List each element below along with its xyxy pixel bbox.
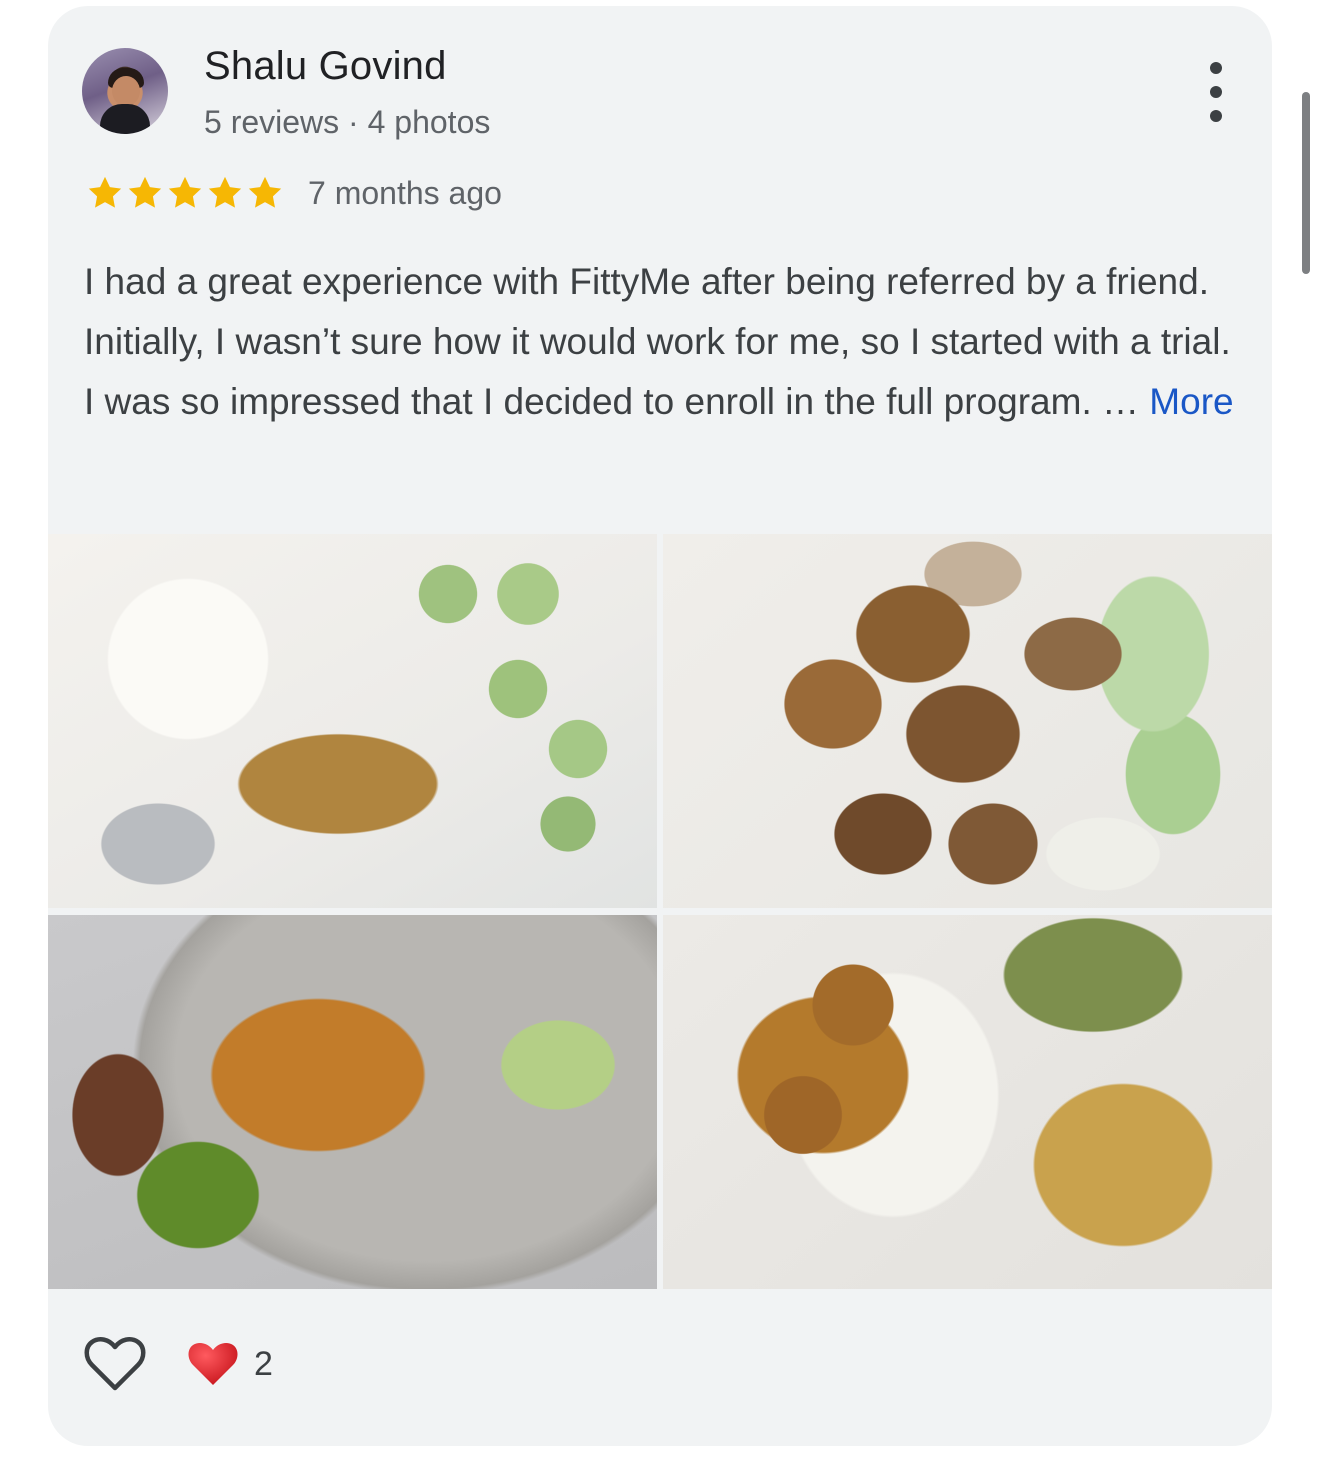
more-link[interactable]: More — [1149, 381, 1233, 422]
author-avatar[interactable] — [82, 48, 168, 134]
photo-yogurt-cucumber-chicken[interactable] — [48, 534, 657, 908]
star-icon — [86, 174, 124, 212]
review-card: Shalu Govind 5 reviews · 4 photos 7 mont… — [48, 6, 1272, 1446]
rating-row: 7 months ago — [86, 174, 502, 212]
reaction-summary[interactable]: 2 — [188, 1341, 273, 1387]
avatar-face — [112, 76, 140, 106]
photo-curry-rice-omelette[interactable] — [663, 915, 1272, 1289]
review-body: I had a great experience with FittyMe af… — [84, 261, 1231, 422]
author-meta: 5 reviews · 4 photos — [204, 104, 491, 140]
avatar-body — [100, 104, 150, 134]
menu-dot — [1210, 110, 1222, 122]
menu-dot — [1210, 86, 1222, 98]
review-text: I had a great experience with FittyMe af… — [84, 252, 1234, 432]
star-icon — [206, 174, 244, 212]
star-icon — [246, 174, 284, 212]
photo-paneer-cucumber[interactable] — [663, 534, 1272, 908]
menu-dot — [1210, 62, 1222, 74]
heart-outline-icon[interactable] — [84, 1336, 146, 1392]
star-rating — [86, 174, 284, 212]
star-icon — [166, 174, 204, 212]
photo-fish-peppers-guacamole[interactable] — [48, 915, 657, 1289]
reaction-count: 2 — [254, 1344, 273, 1383]
photo-grid — [48, 534, 1272, 1289]
star-icon — [126, 174, 164, 212]
author-name[interactable]: Shalu Govind — [204, 44, 447, 89]
review-time: 7 months ago — [308, 174, 502, 211]
scrollbar[interactable] — [1302, 92, 1310, 274]
more-options-icon[interactable] — [1204, 62, 1228, 122]
review-actions: 2 — [84, 1336, 273, 1392]
red-heart-icon — [188, 1341, 238, 1387]
